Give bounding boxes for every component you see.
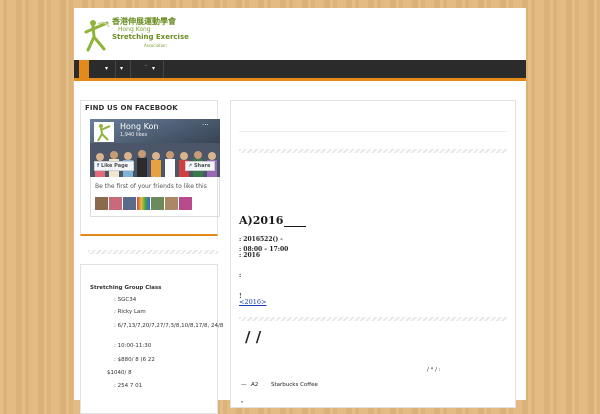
class-title: Stretching Group Class (90, 285, 162, 291)
friend-avatar[interactable] (137, 197, 150, 210)
nav-separator (163, 60, 164, 78)
widget-divider-stripe (88, 250, 218, 254)
fb-like-label: Like Page (100, 163, 129, 169)
fb-page-name[interactable]: Hong Kon (120, 122, 158, 131)
facebook-page-plugin[interactable]: Hong Kon 1,940 likes ··· f Like Page ↗ S… (90, 119, 220, 177)
friend-avatar[interactable] (179, 197, 192, 210)
friend-avatar[interactable] (165, 197, 178, 210)
class-info-widget: Stretching Group Class : SGC34 : Ricky L… (80, 264, 223, 414)
class-code: : SGC34 (114, 297, 137, 303)
nav-dropdown-2-chevron-icon[interactable]: ▾ (120, 65, 123, 72)
meta-room: A2 (251, 382, 259, 388)
meta-marks: / * / : (427, 367, 441, 373)
fb-more-icon[interactable]: ··· (202, 121, 209, 129)
site-logo[interactable]: 香港伸展運動學會 Hong Kong Stretching Exercise A… (82, 16, 189, 54)
fb-friend-avatars (95, 195, 193, 210)
nav-separator (130, 60, 131, 78)
section-heading: / / (245, 328, 262, 346)
main-nav: ▾ ▾ · ▾ (74, 60, 526, 78)
friend-avatar[interactable] (109, 197, 122, 210)
fb-share-button[interactable]: ↗ Share (185, 161, 215, 171)
class-fee-full: $1040/ 8 (107, 370, 132, 376)
logo-line-3: Association (144, 43, 167, 48)
stretching-figure-icon (97, 124, 111, 142)
logo-line-1: Hong Kong (118, 26, 151, 33)
class-fee: : $880/ 8 (6 22 (114, 357, 155, 363)
post-title-prefix: A) (239, 214, 253, 227)
class-dates: : 6/7,13/7,20/7,27/7,3/8,10/8,17/8, 24/8 (114, 323, 224, 329)
content-stripe (239, 317, 507, 321)
stretching-figure-icon (84, 20, 110, 52)
friend-avatar[interactable] (95, 197, 108, 210)
nav-dropdown-1-chevron-icon[interactable]: ▾ (105, 65, 108, 72)
facebook-widget: Find us on Facebook Hong Kon 1,940 likes… (80, 100, 220, 236)
main-content: A)2016 : 2016522() - : 08:00 – 17:00 : 2… (230, 100, 516, 408)
meta-bottom: " (241, 401, 244, 407)
share-icon: ↗ (188, 163, 193, 169)
meta-place: Starbucks Coffee (271, 382, 318, 388)
page-container: 香港伸展運動學會 Hong Kong Stretching Exercise A… (74, 8, 526, 414)
nav-dropdown-3-chevron-icon[interactable]: ▾ (152, 65, 155, 72)
class-time: : 10:00-11:30 (114, 343, 152, 349)
fb-share-label: Share (193, 163, 211, 169)
post-title: A)2016 (239, 214, 307, 227)
event-date: : 2016522() - (239, 236, 283, 243)
facebook-icon: f (97, 163, 100, 169)
nav-item-3[interactable]: · (145, 63, 147, 70)
nav-accent-bar (74, 78, 526, 81)
friend-avatar[interactable] (151, 197, 164, 210)
event-year: : 2016 (239, 252, 261, 259)
class-venue: : 254 7 01 (114, 383, 143, 389)
fb-like-count: 1,940 likes (120, 132, 148, 138)
nav-home-tab[interactable] (79, 60, 89, 78)
logo-line-2: Stretching Exercise (112, 33, 189, 41)
class-teacher: : Ricky Lam (114, 309, 146, 315)
meta-dash: — (241, 382, 247, 388)
nav-separator (115, 60, 116, 78)
fb-friends-text: Be the first of your friends to like thi… (95, 183, 207, 190)
friend-avatar[interactable] (123, 197, 136, 210)
content-divider (239, 131, 507, 132)
event-note-colon: : (239, 272, 242, 279)
event-2016-link[interactable]: <2016> (239, 298, 266, 306)
widget-title: Find us on Facebook (85, 104, 178, 112)
post-title-year: 2016 (252, 214, 284, 227)
fb-like-page-button[interactable]: f Like Page (94, 161, 134, 171)
fb-cover-photo (90, 143, 220, 177)
content-stripe (239, 149, 507, 153)
fb-page-avatar[interactable] (94, 122, 114, 142)
